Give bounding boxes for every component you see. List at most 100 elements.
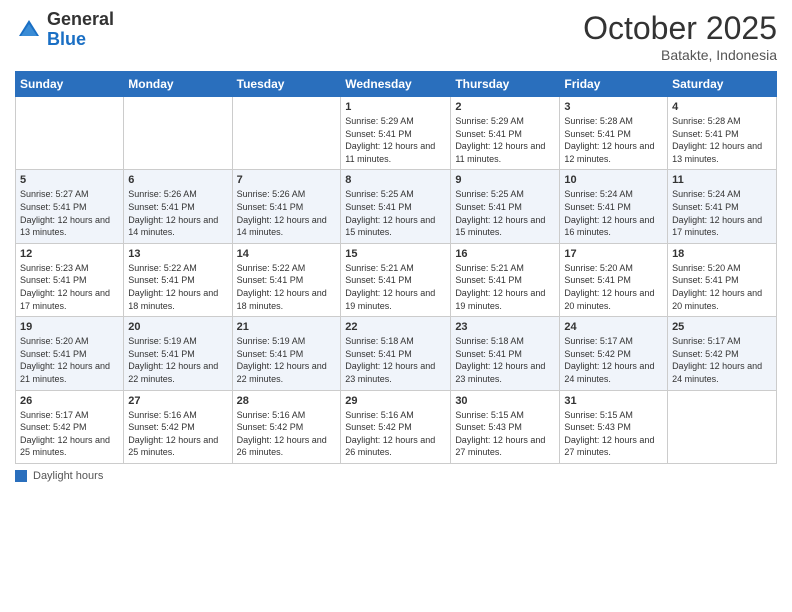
day-number: 3 (564, 101, 663, 113)
calendar-cell: 16Sunrise: 5:21 AM Sunset: 5:41 PM Dayli… (451, 243, 560, 316)
calendar-table: SundayMondayTuesdayWednesdayThursdayFrid… (15, 71, 777, 464)
day-number: 14 (237, 248, 337, 260)
calendar-cell: 1Sunrise: 5:29 AM Sunset: 5:41 PM Daylig… (341, 97, 451, 170)
day-number: 13 (128, 248, 227, 260)
day-number: 6 (128, 174, 227, 186)
calendar-cell: 14Sunrise: 5:22 AM Sunset: 5:41 PM Dayli… (232, 243, 341, 316)
calendar-cell: 25Sunrise: 5:17 AM Sunset: 5:42 PM Dayli… (668, 317, 777, 390)
day-info: Sunrise: 5:25 AM Sunset: 5:41 PM Dayligh… (345, 188, 446, 238)
footer-dot (15, 470, 27, 482)
calendar-cell: 23 Sunrise: 5:18 AM Sunset: 5:41 PM Dayli… (451, 317, 560, 390)
calendar-cell: 24 Sunrise: 5:17 AM Sunset: 5:42 PM Dayli… (560, 317, 668, 390)
day-info: Sunrise: 5:17 AM Sunset: 5:42 PM Dayligh… (20, 409, 119, 459)
day-number: 7 (237, 174, 337, 186)
day-number: 8 (345, 174, 446, 186)
calendar-header-thursday: Thursday (451, 72, 560, 97)
calendar-cell: 2 Sunrise: 5:29 AM Sunset: 5:41 PM Daylig… (451, 97, 560, 170)
title-block: October 2025 Batakte, Indonesia (583, 10, 777, 63)
calendar-cell: 13 Sunrise: 5:22 AM Sunset: 5:41 PM Dayli… (124, 243, 232, 316)
day-info: Sunrise: 5:20 AM Sunset: 5:41 PM Dayligh… (564, 262, 663, 312)
day-number: 15 (345, 248, 446, 260)
header: General Blue October 2025 Batakte, Indon… (15, 10, 777, 63)
day-number: 21 (237, 321, 337, 333)
calendar-cell: 29 Sunrise: 5:16 AM Sunset: 5:42 PM Dayli… (341, 390, 451, 463)
day-info: Sunrise: 5:16 AM Sunset: 5:42 PM Dayligh… (128, 409, 227, 459)
month-title: October 2025 (583, 10, 777, 47)
day-info: Sunrise: 5:26 AM Sunset: 5:41 PM Dayligh… (237, 188, 337, 238)
day-info: Sunrise: 5:19 AM Sunset: 5:41 PM Dayligh… (237, 335, 337, 385)
calendar-cell: 26 Sunrise: 5:17 AM Sunset: 5:42 PM Dayli… (16, 390, 124, 463)
calendar-cell: 15 Sunrise: 5:21 AM Sunset: 5:41 PM Dayli… (341, 243, 451, 316)
calendar-week-1: 1 Sunrise: 5:29 AM Sunset: 5:41 PM Daylig… (16, 97, 777, 170)
day-info: Sunrise: 5:28 AM Sunset: 5:41 PM Dayligh… (564, 115, 663, 165)
day-number: 2 (455, 101, 555, 113)
day-number: 29 (345, 395, 446, 407)
day-info: Sunrise: 5:27 AM Sunset: 5:41 PM Dayligh… (20, 188, 119, 238)
logo-blue-text: Blue (47, 29, 86, 49)
calendar-cell: 31 Sunrise: 5:15 AM Sunset: 5:43 PM Dayli… (560, 390, 668, 463)
day-info: Sunrise: 5:18 AM Sunset: 5:41 PM Dayligh… (345, 335, 446, 385)
day-number: 30 (455, 395, 555, 407)
footer: Daylight hours (15, 470, 777, 482)
calendar-cell (232, 97, 341, 170)
day-number: 18 (672, 248, 772, 260)
day-info: Sunrise: 5:17 AM Sunset: 5:42 PM Dayligh… (672, 335, 772, 385)
day-number: 22 (345, 321, 446, 333)
day-number: 23 (455, 321, 555, 333)
calendar-cell: 19 Sunrise: 5:20 AM Sunset: 5:41 PM Dayli… (16, 317, 124, 390)
day-number: 9 (455, 174, 555, 186)
location: Batakte, Indonesia (583, 47, 777, 63)
calendar-cell: 10 Sunrise: 5:24 AM Sunset: 5:41 PM Dayli… (560, 170, 668, 243)
day-number: 10 (564, 174, 663, 186)
calendar-cell: 6 Sunrise: 5:26 AM Sunset: 5:41 PM Daylig… (124, 170, 232, 243)
calendar-week-3: 12Sunrise: 5:23 AM Sunset: 5:41 PM Dayli… (16, 243, 777, 316)
calendar-cell: 12Sunrise: 5:23 AM Sunset: 5:41 PM Dayli… (16, 243, 124, 316)
calendar-week-4: 19 Sunrise: 5:20 AM Sunset: 5:41 PM Dayli… (16, 317, 777, 390)
day-info: Sunrise: 5:20 AM Sunset: 5:41 PM Dayligh… (20, 335, 119, 385)
footer-label: Daylight hours (33, 470, 103, 482)
calendar-header-friday: Friday (560, 72, 668, 97)
calendar-cell: 7 Sunrise: 5:26 AM Sunset: 5:41 PM Daylig… (232, 170, 341, 243)
day-info: Sunrise: 5:22 AM Sunset: 5:41 PM Dayligh… (128, 262, 227, 312)
day-info: Sunrise: 5:23 AM Sunset: 5:41 PM Dayligh… (20, 262, 119, 312)
calendar-cell (668, 390, 777, 463)
day-number: 26 (20, 395, 119, 407)
day-number: 28 (237, 395, 337, 407)
logo-general-text: General (47, 9, 114, 29)
day-info: Sunrise: 5:24 AM Sunset: 5:41 PM Dayligh… (564, 188, 663, 238)
calendar-cell: 20Sunrise: 5:19 AM Sunset: 5:41 PM Dayli… (124, 317, 232, 390)
day-info: Sunrise: 5:16 AM Sunset: 5:42 PM Dayligh… (237, 409, 337, 459)
calendar-header-monday: Monday (124, 72, 232, 97)
calendar-week-2: 5 Sunrise: 5:27 AM Sunset: 5:41 PM Daylig… (16, 170, 777, 243)
calendar-cell: 18 Sunrise: 5:20 AM Sunset: 5:41 PM Dayli… (668, 243, 777, 316)
day-info: Sunrise: 5:18 AM Sunset: 5:41 PM Dayligh… (455, 335, 555, 385)
logo: General Blue (15, 10, 114, 50)
day-info: Sunrise: 5:15 AM Sunset: 5:43 PM Dayligh… (564, 409, 663, 459)
day-info: Sunrise: 5:16 AM Sunset: 5:42 PM Dayligh… (345, 409, 446, 459)
calendar-cell: 17Sunrise: 5:20 AM Sunset: 5:41 PM Dayli… (560, 243, 668, 316)
calendar-cell: 11Sunrise: 5:24 AM Sunset: 5:41 PM Dayli… (668, 170, 777, 243)
calendar-week-5: 26 Sunrise: 5:17 AM Sunset: 5:42 PM Dayli… (16, 390, 777, 463)
calendar-cell: 21 Sunrise: 5:19 AM Sunset: 5:41 PM Dayli… (232, 317, 341, 390)
day-number: 19 (20, 321, 119, 333)
day-info: Sunrise: 5:21 AM Sunset: 5:41 PM Dayligh… (345, 262, 446, 312)
day-number: 31 (564, 395, 663, 407)
day-info: Sunrise: 5:21 AM Sunset: 5:41 PM Dayligh… (455, 262, 555, 312)
calendar-header-wednesday: Wednesday (341, 72, 451, 97)
day-number: 24 (564, 321, 663, 333)
calendar-header-sunday: Sunday (16, 72, 124, 97)
day-info: Sunrise: 5:24 AM Sunset: 5:41 PM Dayligh… (672, 188, 772, 238)
calendar-cell: 28 Sunrise: 5:16 AM Sunset: 5:42 PM Dayli… (232, 390, 341, 463)
calendar-cell (124, 97, 232, 170)
calendar-cell (16, 97, 124, 170)
day-number: 5 (20, 174, 119, 186)
day-info: Sunrise: 5:17 AM Sunset: 5:42 PM Dayligh… (564, 335, 663, 385)
day-number: 1 (345, 101, 446, 113)
day-number: 20 (128, 321, 227, 333)
day-info: Sunrise: 5:29 AM Sunset: 5:41 PM Dayligh… (455, 115, 555, 165)
logo-icon (15, 16, 43, 44)
calendar-cell: 4Sunrise: 5:28 AM Sunset: 5:41 PM Daylig… (668, 97, 777, 170)
day-info: Sunrise: 5:26 AM Sunset: 5:41 PM Dayligh… (128, 188, 227, 238)
day-info: Sunrise: 5:20 AM Sunset: 5:41 PM Dayligh… (672, 262, 772, 312)
calendar-cell: 3 Sunrise: 5:28 AM Sunset: 5:41 PM Daylig… (560, 97, 668, 170)
